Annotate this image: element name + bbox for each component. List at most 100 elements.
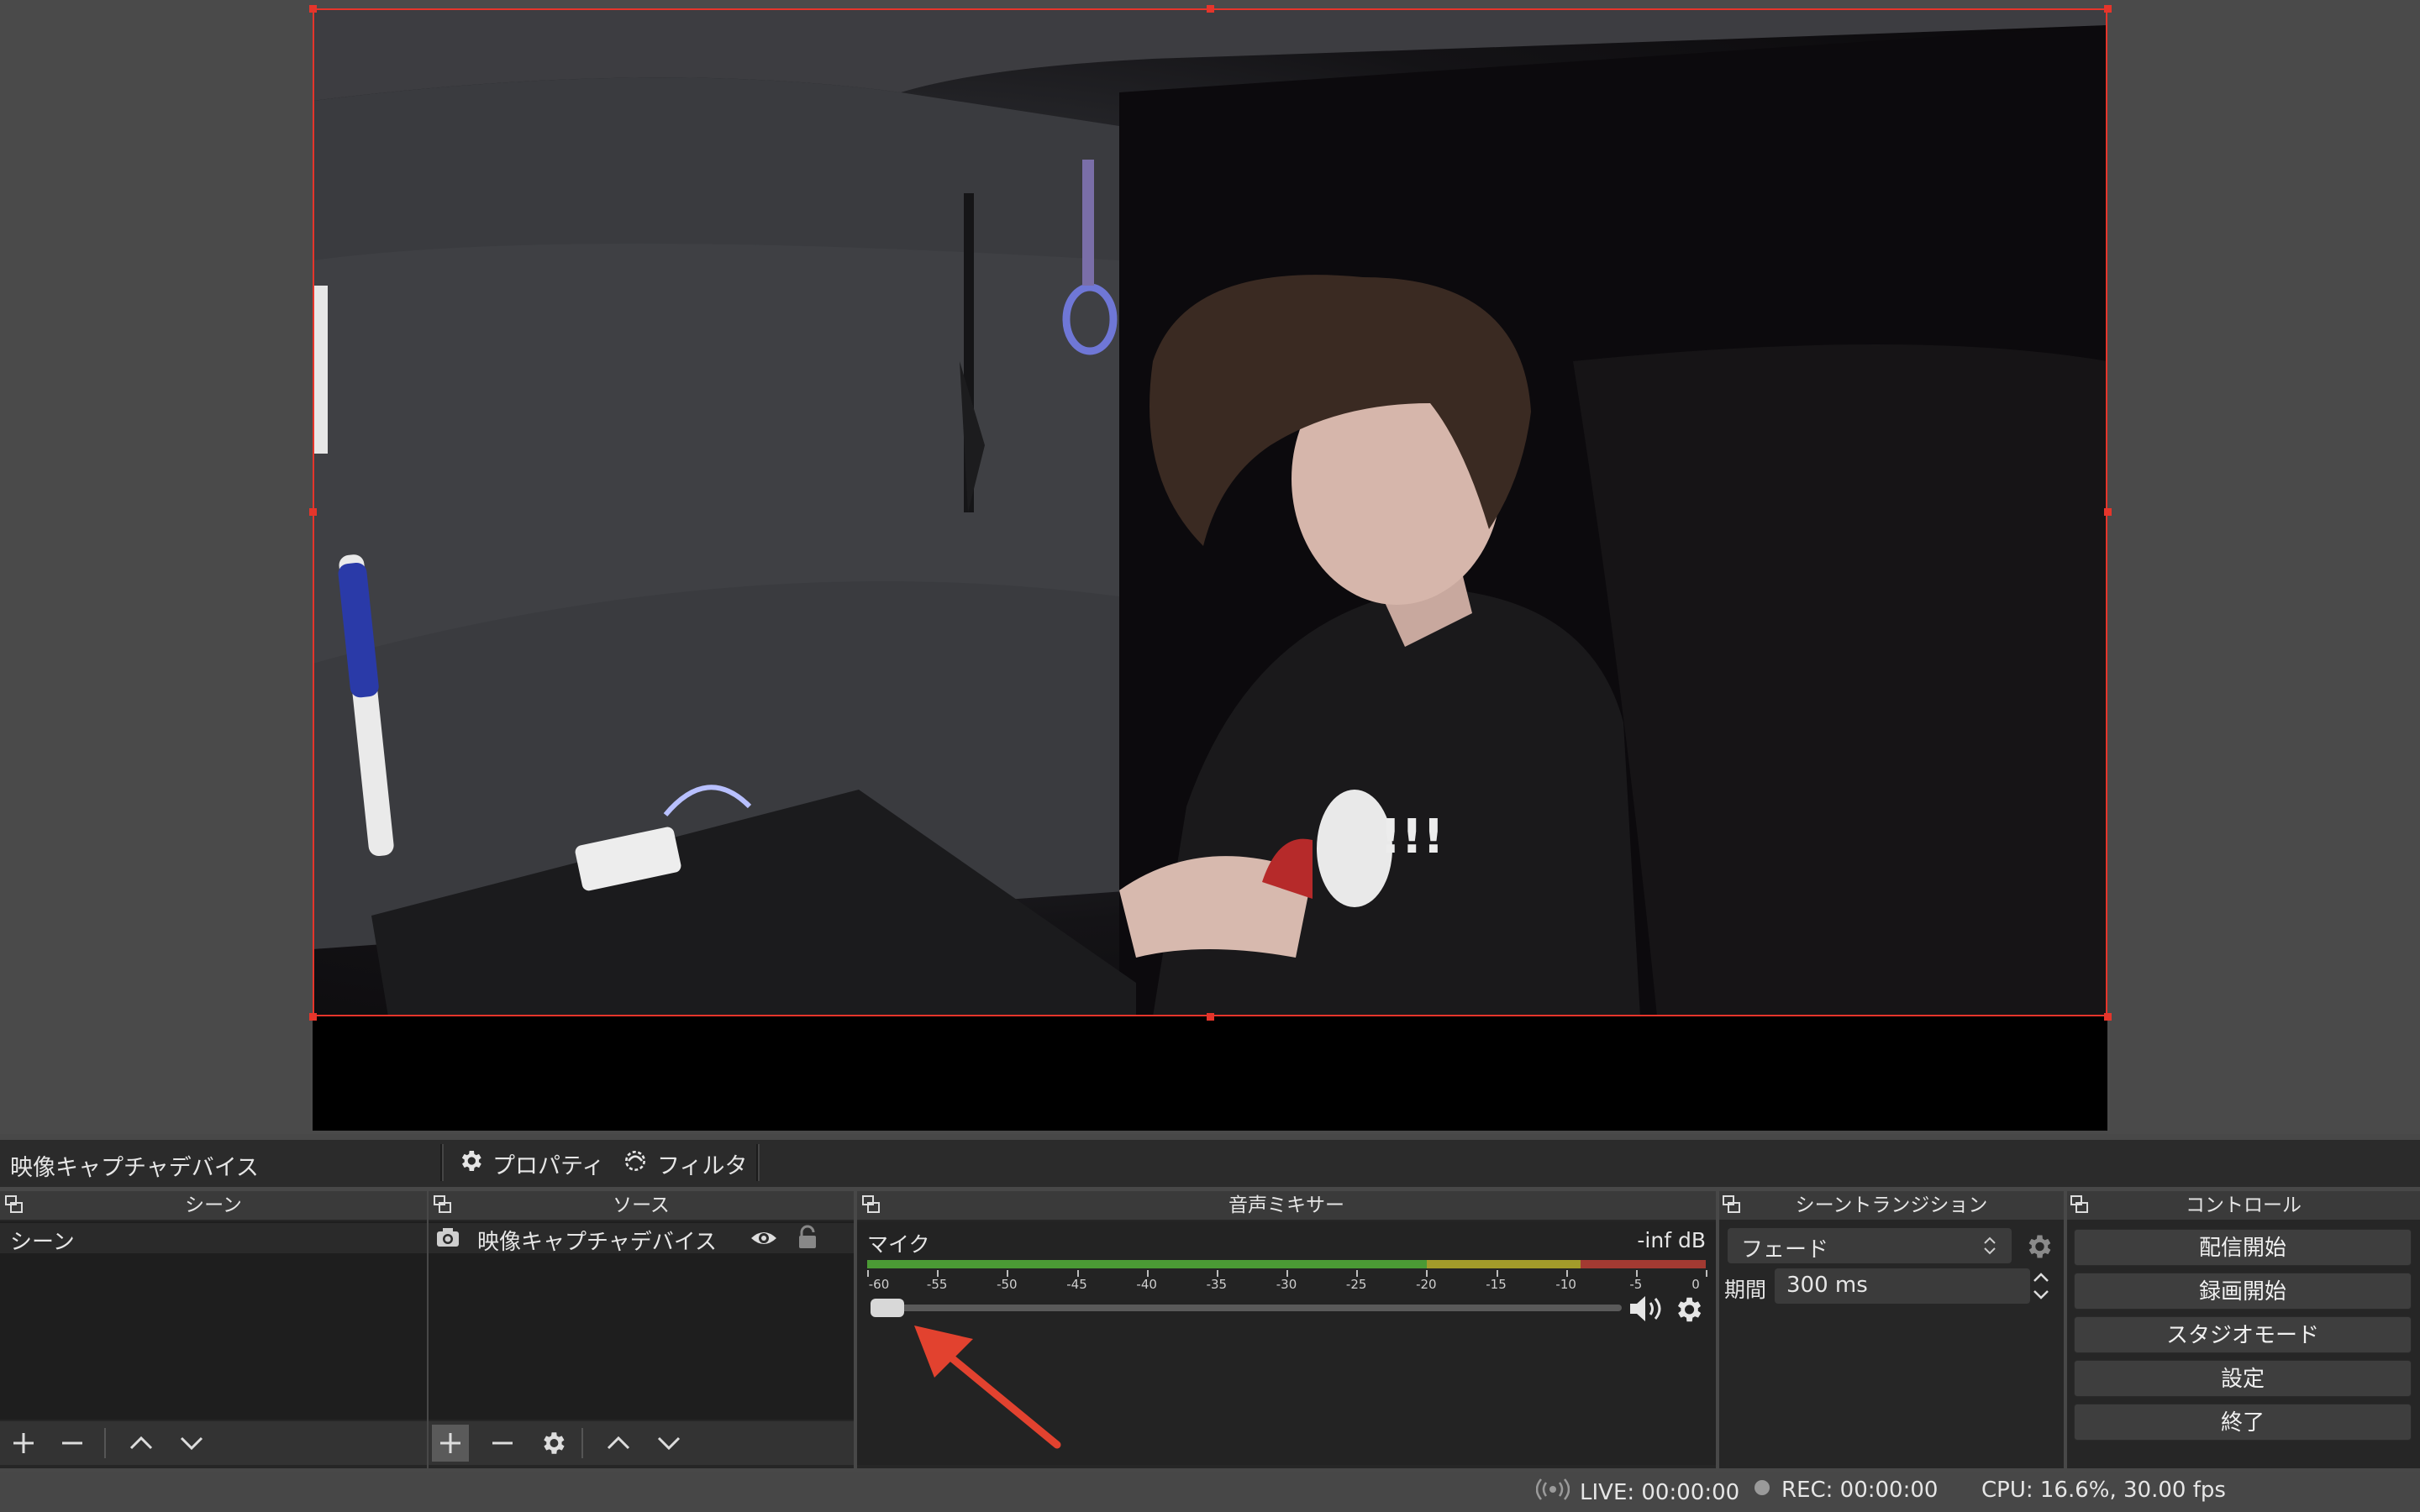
meter-tick-label: -35 [1206, 1277, 1228, 1292]
meter-tick-label: -25 [1345, 1277, 1367, 1292]
chevron-down-icon [657, 1436, 681, 1451]
scene-name: シーン [10, 1230, 75, 1255]
lock-icon[interactable] [797, 1225, 818, 1253]
undock-icon[interactable] [434, 1195, 452, 1214]
video-capture-feed[interactable]: !!! [313, 8, 2107, 1016]
duration-label: 期間 [1724, 1278, 1767, 1302]
resize-handle-right[interactable] [2104, 508, 2112, 516]
duration-input[interactable]: 300 ms [1775, 1268, 2030, 1304]
meter-tick-mark [1286, 1270, 1288, 1277]
meter-tick-mark [1356, 1270, 1359, 1277]
meter-tick-label: -45 [1066, 1277, 1087, 1292]
select-arrows-icon [1980, 1233, 2000, 1262]
undock-icon[interactable] [2070, 1195, 2089, 1214]
footer-separator [104, 1428, 106, 1458]
rec-time: REC: 00:00:00 [1781, 1478, 1939, 1503]
chevron-up-icon [2033, 1273, 2049, 1282]
move-scene-down-button[interactable] [173, 1425, 210, 1462]
duration-increment-button[interactable] [2028, 1268, 2054, 1286]
undock-icon[interactable] [1723, 1195, 1741, 1214]
resize-handle-top-left[interactable] [309, 5, 317, 13]
controls-dock-title: コントロール [2067, 1191, 2420, 1220]
transition-select[interactable]: フェード [1728, 1228, 2012, 1263]
meter-tick-mark [1007, 1270, 1009, 1277]
live-time: LIVE: 00:00:00 [1580, 1479, 1740, 1505]
meter-tick-mark [1426, 1270, 1428, 1277]
start-recording-button[interactable]: 録画開始 [2074, 1273, 2412, 1310]
meter-tick-label: -40 [1136, 1277, 1157, 1292]
gear-icon [457, 1147, 484, 1180]
meter-tick-label: 0 [1691, 1277, 1700, 1292]
plus-icon [440, 1433, 460, 1453]
scenes-dock-title: シーン [0, 1191, 427, 1220]
plus-icon [13, 1433, 34, 1453]
source-properties-button[interactable] [534, 1425, 571, 1462]
move-scene-up-button[interactable] [123, 1425, 160, 1462]
chevron-down-icon [180, 1436, 203, 1451]
resize-handle-bottom[interactable] [1207, 1013, 1214, 1021]
remove-source-button[interactable] [484, 1425, 521, 1462]
undock-icon[interactable] [862, 1195, 881, 1214]
meter-tick-label: -20 [1416, 1277, 1437, 1292]
resize-handle-top-right[interactable] [2104, 5, 2112, 13]
filters-label: フィルタ [657, 1152, 748, 1179]
chevron-down-icon [2033, 1290, 2049, 1299]
speaker-mute-icon[interactable] [1627, 1292, 1667, 1329]
meter-tick-mark [1496, 1270, 1498, 1277]
volume-meter [867, 1260, 1706, 1268]
list-item[interactable]: 映像キャプチャデバイス [429, 1223, 854, 1255]
meter-tick-mark [1076, 1270, 1079, 1277]
annotation-arrow [899, 1310, 1067, 1457]
resize-handle-left[interactable] [309, 508, 317, 516]
broadcast-icon [1535, 1478, 1570, 1507]
transition-selected-value: フェード [1741, 1237, 1829, 1263]
move-source-up-button[interactable] [600, 1425, 637, 1462]
meter-tick-label: -55 [926, 1277, 948, 1292]
chevron-up-icon [129, 1436, 153, 1450]
meter-tick-mark [1706, 1270, 1707, 1277]
meter-tick-label: -15 [1486, 1277, 1507, 1292]
move-source-down-button[interactable] [650, 1425, 687, 1462]
transition-settings-gear-icon[interactable] [2023, 1231, 2054, 1265]
exit-button[interactable]: 終了 [2074, 1404, 2412, 1441]
resize-handle-bottom-right[interactable] [2104, 1013, 2112, 1021]
minus-icon [492, 1441, 513, 1445]
audio-mixer-dock-title: 音声ミキサー [857, 1191, 1716, 1220]
minus-icon [62, 1441, 82, 1445]
gear-icon[interactable] [1672, 1294, 1704, 1329]
meter-tick-label: -60 [868, 1277, 890, 1292]
gear-icon [544, 1432, 565, 1454]
meter-tick-mark [937, 1270, 939, 1277]
studio-mode-button[interactable]: スタジオモード [2074, 1316, 2412, 1353]
chevron-up-icon [607, 1436, 630, 1450]
resize-handle-bottom-left[interactable] [309, 1013, 317, 1021]
scene-transitions-dock-title: シーントランジション [1719, 1191, 2064, 1220]
channel-level: -inf dB [1637, 1228, 1706, 1252]
rec-status: REC: 00:00:00 [1753, 1478, 1938, 1503]
settings-button[interactable]: 設定 [2074, 1360, 2412, 1397]
meter-tick-mark [1146, 1270, 1149, 1277]
meter-tick-mark [1216, 1270, 1218, 1277]
undock-icon[interactable] [5, 1195, 24, 1214]
properties-button[interactable]: プロパティ [457, 1146, 604, 1181]
source-name: 映像キャプチャデバイス [477, 1230, 717, 1255]
start-streaming-button[interactable]: 配信開始 [2074, 1229, 2412, 1266]
filters-button[interactable]: フィルタ [622, 1146, 747, 1181]
list-item[interactable]: シーン [0, 1223, 427, 1255]
video-frame-illustration: !!! [313, 8, 2107, 1016]
meter-tick-mark [867, 1270, 869, 1277]
remove-scene-button[interactable] [54, 1425, 91, 1462]
cpu-fps: CPU: 16.6%, 30.00 fps [1981, 1478, 2226, 1503]
duration-decrement-button[interactable] [2028, 1286, 2054, 1304]
toolbar-separator [756, 1144, 760, 1181]
meter-tick-label: -30 [1276, 1277, 1297, 1292]
resize-handle-top[interactable] [1207, 5, 1214, 13]
meter-tick-label: -10 [1555, 1277, 1576, 1292]
source-toolbar [0, 1140, 2420, 1187]
add-scene-button[interactable] [5, 1425, 42, 1462]
add-source-button[interactable] [432, 1425, 469, 1462]
live-status: LIVE: 00:00:00 [1535, 1478, 1740, 1507]
toolbar-separator [440, 1144, 444, 1181]
sources-dock-title: ソース [429, 1191, 854, 1220]
visibility-eye-icon[interactable] [750, 1226, 778, 1253]
